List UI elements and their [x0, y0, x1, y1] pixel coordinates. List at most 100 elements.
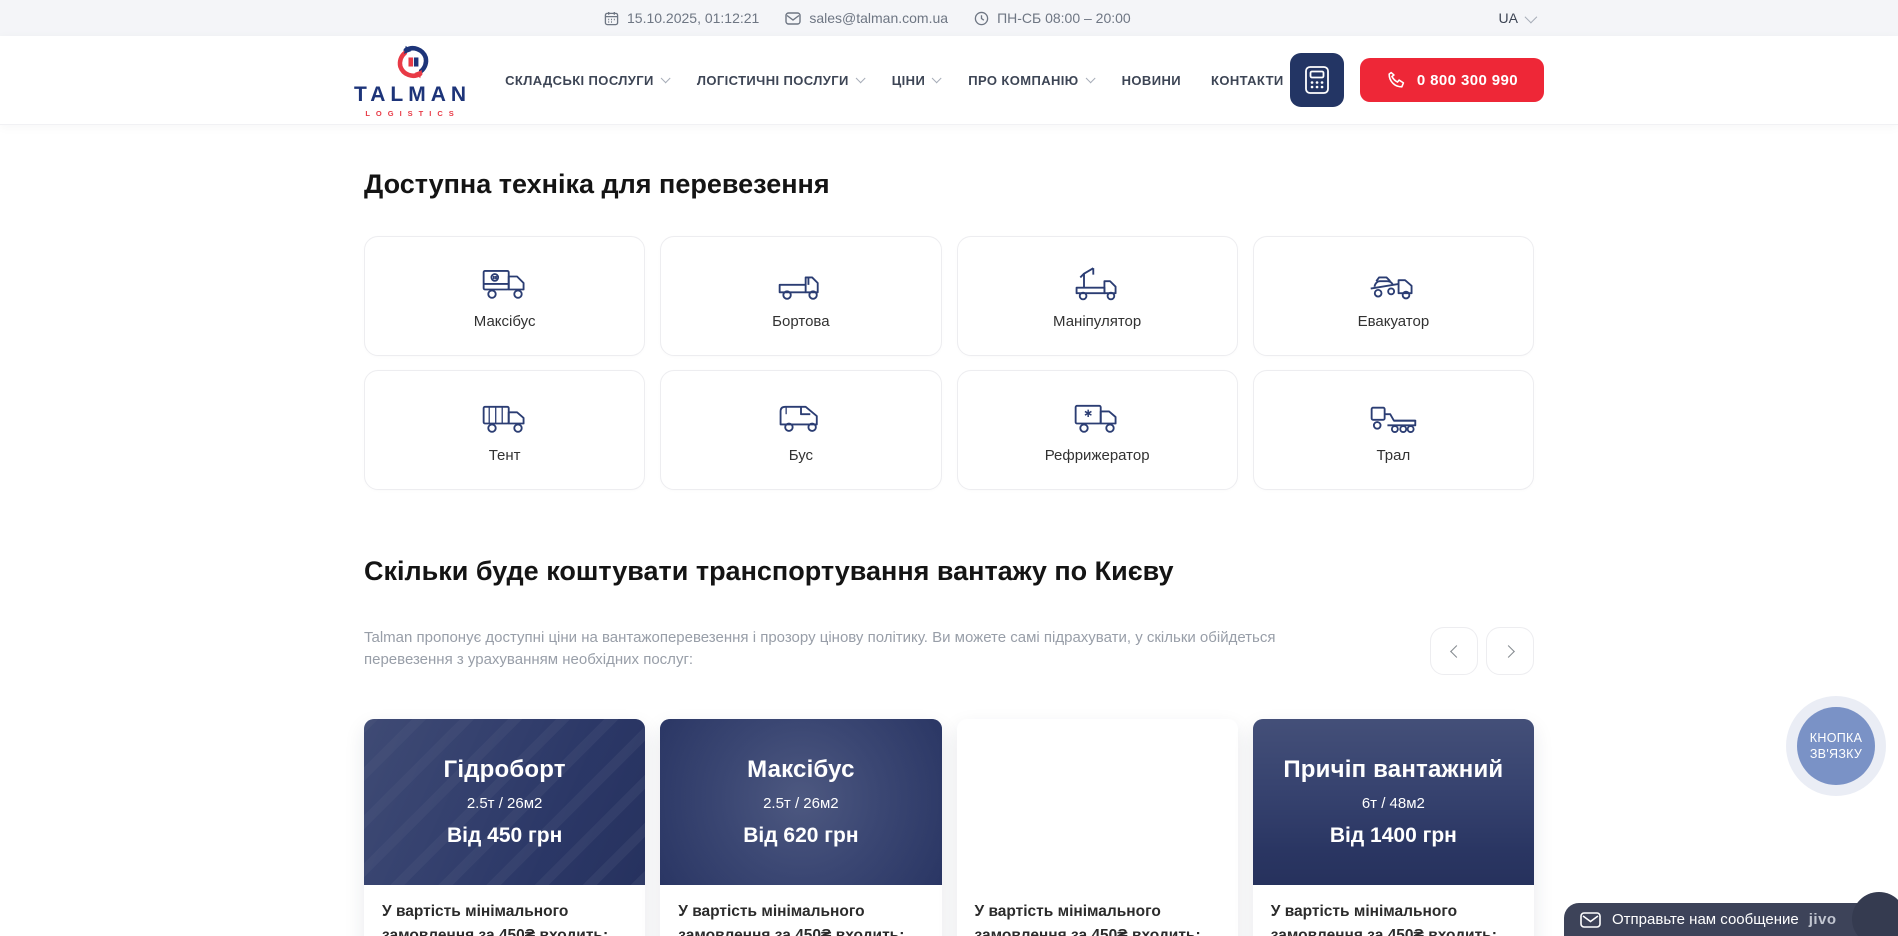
refrigerator-truck-icon [1071, 397, 1123, 437]
language-selector[interactable]: UA [1471, 10, 1534, 26]
price-card-title: Максібус [747, 756, 855, 784]
datetime-text: 15.10.2025, 01:12:21 [627, 10, 759, 26]
carousel-arrows [1430, 627, 1534, 675]
chevron-down-icon [1085, 73, 1095, 83]
calendar-icon [604, 11, 619, 26]
vehicle-label: Евакуатор [1358, 313, 1430, 330]
nav-item-contacts[interactable]: КОНТАКТИ [1211, 73, 1284, 88]
calculator-icon [1304, 65, 1330, 95]
vehicle-card-refrigerator[interactable]: Рефрижератор [957, 370, 1238, 490]
header: TALMAN LOGISTICS СКЛАДСЬКІ ПОСЛУГИ ЛОГІС… [0, 36, 1898, 125]
carousel-next-button[interactable] [1486, 627, 1534, 675]
price-card-title: Вантажники [1024, 756, 1169, 784]
price-card-includes: У вартість мінімального замовлення за 45… [364, 885, 645, 936]
chat-message: Отправьте нам сообщение [1612, 911, 1799, 928]
van-icon [775, 397, 827, 437]
price-card-image: Причіп вантажний 6т / 48м2 Від 1400 грн [1253, 719, 1534, 885]
vehicle-label: Тент [489, 447, 521, 464]
datetime: 15.10.2025, 01:12:21 [604, 10, 759, 26]
chevron-down-icon [855, 73, 865, 83]
vehicle-label: Рефрижератор [1045, 447, 1150, 464]
vehicle-card-maxibus[interactable]: Максібус [364, 236, 645, 356]
language-code: UA [1499, 10, 1518, 26]
vehicle-card-crane[interactable]: Маніпулятор [957, 236, 1238, 356]
clock-icon [974, 11, 989, 26]
logo-tagline: LOGISTICS [365, 109, 459, 118]
chevron-down-icon [932, 73, 942, 83]
email[interactable]: sales@talman.com.ua [785, 10, 948, 26]
chat-widget[interactable]: Отправьте нам сообщение jivo [1564, 903, 1898, 936]
price-card-spec: 2.5т / 26м2 [467, 795, 543, 812]
nav-item-warehouse-services[interactable]: СКЛАДСЬКІ ПОСЛУГИ [505, 73, 667, 88]
envelope-icon [785, 12, 801, 25]
pricing-section-title: Скільки буде коштувати транспортування в… [364, 556, 1534, 587]
price-cards: Гідроборт 2.5т / 26м2 Від 450 грн У варт… [364, 719, 1534, 936]
email-text: sales@talman.com.ua [809, 10, 948, 26]
price-card-spec: 6т / 48м2 [1362, 795, 1425, 812]
chevron-left-icon [1450, 645, 1463, 658]
vehicle-label: Бортова [772, 313, 829, 330]
price-card-price: Від 1400 грн [1330, 824, 1457, 848]
phone-button[interactable]: 0 800 300 990 [1360, 58, 1544, 102]
vehicle-label: Маніпулятор [1053, 313, 1141, 330]
callback-label-line2: ЗВ'ЯЗКУ [1810, 746, 1862, 762]
flatbed-truck-icon [775, 263, 827, 303]
main-nav: СКЛАДСЬКІ ПОСЛУГИ ЛОГІСТИЧНІ ПОСЛУГИ ЦІН… [505, 73, 1284, 88]
price-card-price: Від 240 грн [1039, 824, 1154, 848]
carousel-prev-button[interactable] [1430, 627, 1478, 675]
price-card-includes: У вартість мінімального замовлення за 45… [957, 885, 1238, 936]
topbar: 15.10.2025, 01:12:21 sales@talman.com.ua… [0, 0, 1898, 36]
logo-emblem-icon [393, 43, 433, 81]
chevron-down-icon [1525, 10, 1538, 23]
price-card-spec: 1 людина [1064, 795, 1130, 812]
pricing-description: Talman пропонує доступні ціни на вантажо… [364, 627, 1309, 671]
vehicle-card-flatbed[interactable]: Бортова [660, 236, 941, 356]
price-card-title: Причіп вантажний [1283, 756, 1503, 784]
vehicle-card-tent[interactable]: Тент [364, 370, 645, 490]
maxibus-truck-icon [479, 263, 531, 303]
topbar-info: 15.10.2025, 01:12:21 sales@talman.com.ua… [604, 10, 1131, 26]
vehicle-label: Максібус [474, 313, 536, 330]
price-card-movers[interactable]: Вантажники 1 людина Від 240 грн У вартіс… [957, 719, 1238, 936]
nav-item-prices[interactable]: ЦІНИ [892, 73, 938, 88]
tent-truck-icon [479, 397, 531, 437]
nav-item-logistics-services[interactable]: ЛОГІСТИЧНІ ПОСЛУГИ [697, 73, 862, 88]
vehicles-section-title: Доступна техніка для перевезення [364, 125, 1534, 200]
tow-truck-icon [1367, 263, 1419, 303]
chat-brand-jivo: jivo [1809, 911, 1837, 928]
price-card-includes: У вартість мінімального замовлення за 45… [1253, 885, 1534, 936]
phone-icon [1386, 71, 1405, 90]
price-card-price: Від 620 грн [743, 824, 858, 848]
calculator-button[interactable] [1290, 53, 1344, 107]
price-card-maxibus[interactable]: Максібус 2.5т / 26м2 Від 620 грн У варті… [660, 719, 941, 936]
phone-number: 0 800 300 990 [1417, 72, 1518, 89]
price-card-image: Гідроборт 2.5т / 26м2 Від 450 грн [364, 719, 645, 885]
price-card-spec: 2.5т / 26м2 [763, 795, 839, 812]
vehicle-label: Трал [1376, 447, 1410, 464]
vehicle-card-lowloader[interactable]: Трал [1253, 370, 1534, 490]
vehicles-grid: Максібус Бортова Маніпулятор [364, 236, 1534, 490]
logo[interactable]: TALMAN LOGISTICS [354, 43, 471, 118]
working-hours: ПН-СБ 08:00 – 20:00 [974, 10, 1131, 26]
crane-truck-icon [1071, 263, 1123, 303]
hours-text: ПН-СБ 08:00 – 20:00 [997, 10, 1131, 26]
logo-name: TALMAN [354, 83, 471, 107]
price-card-price: Від 450 грн [447, 824, 562, 848]
chat-envelope-icon [1580, 912, 1601, 928]
ukraine-flag-icon [1471, 11, 1492, 25]
price-card-cargo-trailer[interactable]: Причіп вантажний 6т / 48м2 Від 1400 грн … [1253, 719, 1534, 936]
price-card-image: Максібус 2.5т / 26м2 Від 620 грн [660, 719, 941, 885]
chevron-right-icon [1502, 645, 1515, 658]
chevron-down-icon [660, 73, 670, 83]
vehicle-card-tow[interactable]: Евакуатор [1253, 236, 1534, 356]
price-card-includes: У вартість мінімального замовлення за 45… [660, 885, 941, 936]
nav-item-about[interactable]: ПРО КОМПАНІЮ [968, 73, 1091, 88]
page: 15.10.2025, 01:12:21 sales@talman.com.ua… [0, 0, 1898, 936]
vehicle-label: Бус [789, 447, 813, 464]
callback-button[interactable]: КНОПКА ЗВ'ЯЗКУ [1786, 696, 1886, 796]
vehicle-card-van[interactable]: Бус [660, 370, 941, 490]
nav-item-news[interactable]: НОВИНИ [1122, 73, 1181, 88]
price-card-title: Гідроборт [444, 756, 566, 784]
price-card-hydroboard[interactable]: Гідроборт 2.5т / 26м2 Від 450 грн У варт… [364, 719, 645, 936]
price-card-image: Вантажники 1 людина Від 240 грн [957, 719, 1238, 885]
